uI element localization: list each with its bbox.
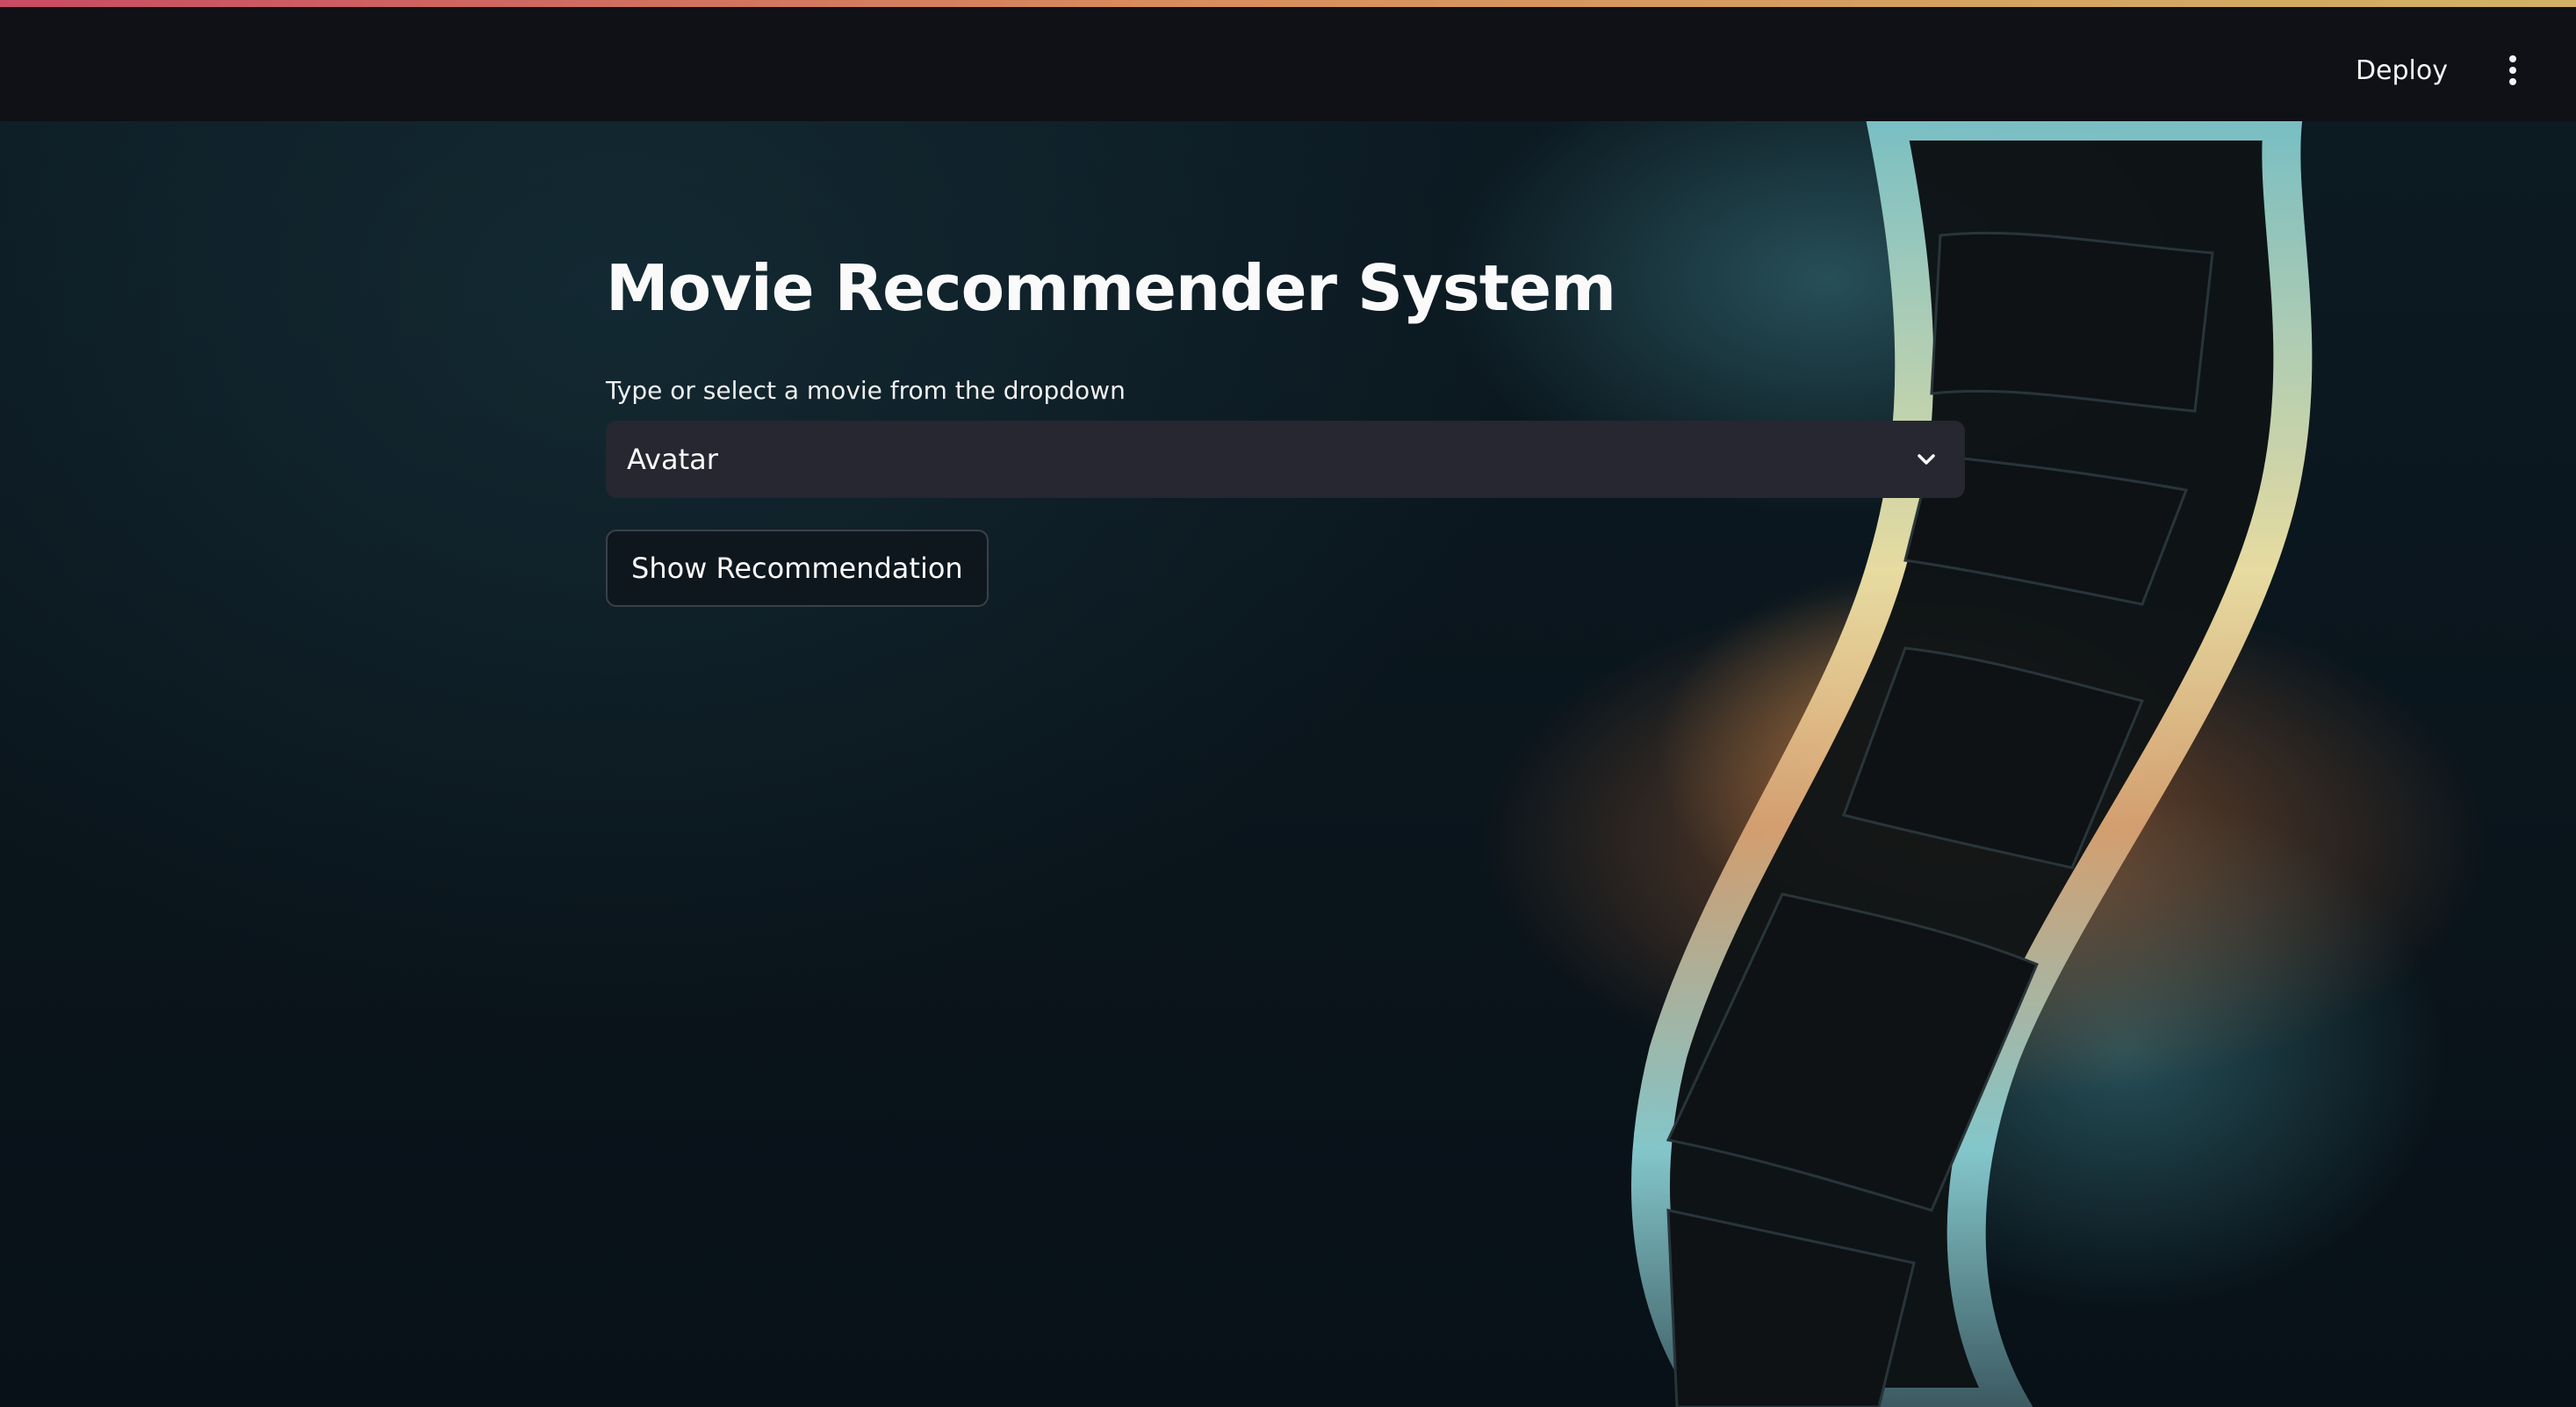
top-decoration-bar bbox=[0, 0, 2576, 7]
app-header: Deploy bbox=[0, 7, 2576, 121]
deploy-button[interactable]: Deploy bbox=[2342, 46, 2462, 95]
menu-dot bbox=[2509, 67, 2516, 74]
menu-dot bbox=[2509, 78, 2516, 85]
movie-select[interactable]: Avatar bbox=[606, 421, 1965, 498]
movie-select-value: Avatar bbox=[627, 443, 718, 476]
menu-dot bbox=[2509, 55, 2516, 62]
chevron-down-icon[interactable] bbox=[1914, 447, 1939, 472]
movie-select-label: Type or select a movie from the dropdown bbox=[606, 376, 1126, 405]
page-title: Movie Recommender System bbox=[606, 251, 1616, 325]
show-recommendation-button[interactable]: Show Recommendation bbox=[606, 530, 989, 607]
kebab-menu-icon[interactable] bbox=[2488, 46, 2537, 95]
app-window: Deploy Movie Recommender System Type or … bbox=[0, 0, 2576, 1407]
